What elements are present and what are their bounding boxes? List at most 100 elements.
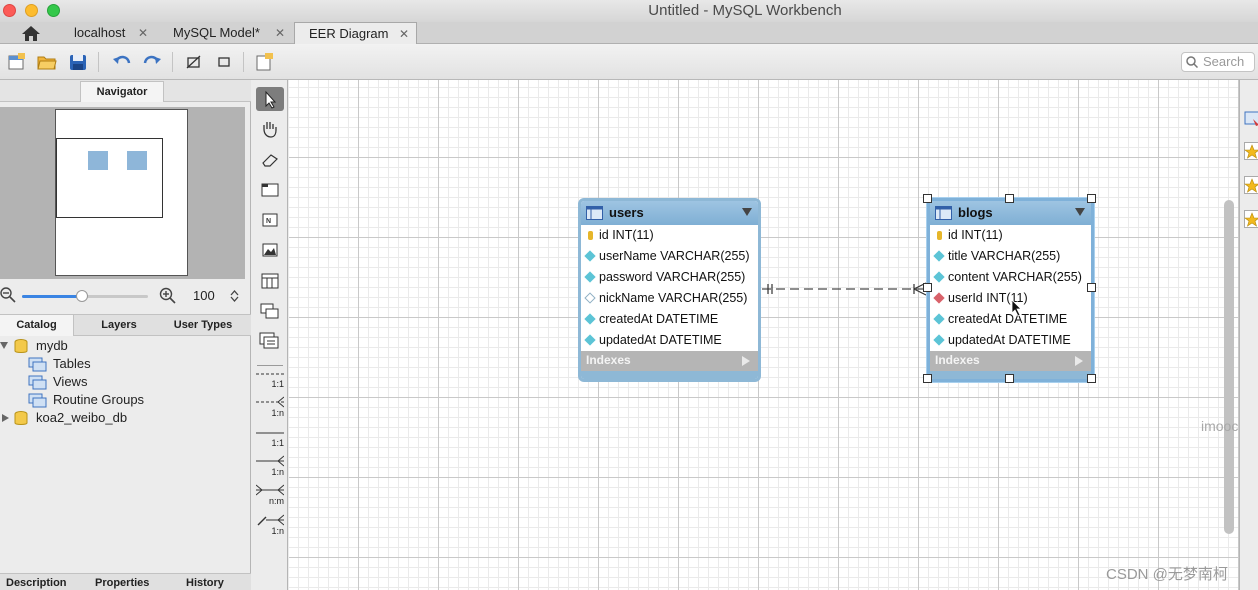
column-text: nickName VARCHAR(255) — [599, 291, 748, 305]
not-null-column-icon — [584, 334, 596, 346]
column-text: createdAt DATETIME — [599, 312, 719, 326]
table-header[interactable]: users — [581, 201, 758, 225]
layer-tool-button[interactable] — [256, 178, 284, 202]
resize-handle[interactable] — [1087, 194, 1096, 203]
resize-handle[interactable] — [923, 194, 932, 203]
toggle-grid-icon[interactable] — [184, 53, 204, 71]
pointer-icon — [265, 90, 277, 109]
relationship-n-m-button[interactable]: n:m — [254, 484, 286, 510]
column-row[interactable]: userName VARCHAR(255) — [581, 246, 758, 267]
image-tool-button[interactable] — [256, 238, 284, 262]
redo-icon[interactable] — [142, 53, 162, 71]
column-row[interactable]: createdAt DATETIME — [581, 309, 758, 330]
save-icon[interactable] — [68, 53, 88, 71]
toggle-page-icon[interactable] — [214, 53, 234, 71]
view-tool-button[interactable] — [256, 299, 284, 323]
routine-group-tool-button[interactable] — [256, 329, 284, 353]
star-icon[interactable] — [1244, 142, 1258, 160]
zoom-stepper-icon[interactable] — [230, 290, 239, 302]
resize-handle[interactable] — [1087, 283, 1096, 292]
table-users[interactable]: users id INT(11) userName VARCHAR(255) p… — [578, 198, 761, 382]
search-input[interactable]: Search — [1181, 52, 1255, 72]
canvas-vertical-scrollbar[interactable] — [1224, 200, 1234, 534]
zoom-out-icon[interactable] — [0, 287, 16, 303]
expand-arrow-icon[interactable] — [1075, 356, 1083, 366]
tab-description[interactable]: Description — [6, 577, 67, 589]
close-tab-icon[interactable]: ✕ — [399, 23, 409, 45]
zoom-in-icon[interactable] — [159, 287, 177, 305]
resize-handle[interactable] — [1087, 374, 1096, 383]
star-icon[interactable] — [1244, 210, 1258, 228]
tab-properties[interactable]: Properties — [95, 577, 149, 589]
eraser-tool-button[interactable] — [256, 147, 284, 171]
column-text: id INT(11) — [599, 228, 654, 242]
indexes-section[interactable]: Indexes — [581, 351, 758, 371]
tab-mysql-model[interactable]: MySQL Model* ✕ — [173, 22, 291, 44]
search-placeholder: Search — [1203, 54, 1245, 69]
tab-catalog[interactable]: Catalog — [0, 315, 74, 336]
column-row[interactable]: title VARCHAR(255) — [930, 246, 1091, 267]
tab-eer-diagram[interactable]: EER Diagram ✕ — [294, 22, 417, 45]
column-row[interactable]: password VARCHAR(255) — [581, 267, 758, 288]
new-diagram-icon[interactable] — [254, 53, 274, 71]
navigator-minimap[interactable] — [0, 107, 245, 279]
resize-handle[interactable] — [1005, 194, 1014, 203]
minimap-table-users — [88, 151, 108, 170]
view-icon — [260, 303, 279, 319]
column-row[interactable]: id INT(11) — [930, 225, 1091, 246]
column-row[interactable]: updatedAt DATETIME — [581, 330, 758, 351]
collapse-arrow-icon[interactable] — [1075, 208, 1085, 216]
star-icon[interactable] — [1244, 176, 1258, 194]
hand-icon — [263, 122, 277, 138]
tab-history[interactable]: History — [186, 577, 224, 589]
expand-arrow-icon[interactable] — [742, 356, 750, 366]
expand-arrow-icon[interactable] — [0, 342, 8, 349]
indexes-section[interactable]: Indexes — [930, 351, 1091, 371]
zoom-value[interactable]: 100 — [193, 288, 215, 303]
relationship-existing-columns-button[interactable]: 1:n — [254, 514, 286, 540]
zoom-slider[interactable] — [22, 290, 148, 302]
relationship-pick-icon — [257, 514, 284, 526]
relationship-1-n-non-identifying-button[interactable]: 1:n — [254, 396, 286, 422]
resize-handle[interactable] — [1005, 374, 1014, 383]
column-row[interactable]: nickName VARCHAR(255) — [581, 288, 758, 309]
column-text: id INT(11) — [948, 228, 1003, 242]
tab-user-types[interactable]: User Types — [166, 315, 240, 336]
relationship-1-1-non-identifying-button[interactable]: 1:1 — [254, 367, 286, 393]
column-row[interactable]: id INT(11) — [581, 225, 758, 246]
resize-handle[interactable] — [923, 283, 932, 292]
collapse-arrow-icon[interactable] — [742, 208, 752, 216]
tab-navigator[interactable]: Navigator — [80, 81, 164, 102]
collapse-arrow-icon[interactable] — [2, 414, 9, 422]
open-folder-icon[interactable] — [37, 53, 57, 71]
relationship-1-1-identifying-button[interactable]: 1:1 — [254, 426, 286, 452]
column-row[interactable]: updatedAt DATETIME — [930, 330, 1091, 351]
column-row[interactable]: content VARCHAR(255) — [930, 267, 1091, 288]
close-tab-icon[interactable]: ✕ — [275, 22, 285, 44]
properties-panel-icon[interactable] — [1244, 110, 1258, 128]
toolbar-divider — [98, 52, 99, 72]
hand-tool-button[interactable] — [256, 117, 284, 141]
tab-layers[interactable]: Layers — [84, 315, 154, 336]
not-null-column-icon — [584, 313, 596, 325]
zoom-slider-knob[interactable] — [76, 290, 89, 302]
tab-localhost[interactable]: localhost ✕ — [74, 22, 162, 44]
undo-icon[interactable] — [112, 53, 132, 71]
close-tab-icon[interactable]: ✕ — [138, 22, 148, 44]
table-blogs[interactable]: blogs id INT(11) title VARCHAR(255) cont… — [927, 198, 1094, 382]
select-tool-button[interactable] — [256, 87, 284, 111]
relationship-label: 1:n — [271, 526, 284, 536]
title-bar: Untitled - MySQL Workbench — [0, 0, 1258, 22]
diagram-canvas[interactable] — [289, 80, 1239, 590]
relationship-line-icon — [256, 484, 284, 496]
relationship-1-n-identifying-button[interactable]: 1:n — [254, 455, 286, 481]
note-tool-button[interactable]: N — [256, 208, 284, 232]
table-tool-button[interactable] — [256, 269, 284, 293]
new-document-icon[interactable] — [6, 53, 26, 71]
resize-handle[interactable] — [923, 374, 932, 383]
relationship-connector[interactable] — [760, 280, 930, 298]
minimap-viewport[interactable] — [56, 138, 163, 218]
routine-groups-folder-icon — [28, 393, 47, 408]
home-icon[interactable] — [20, 24, 42, 42]
table-header[interactable]: blogs — [930, 201, 1091, 225]
